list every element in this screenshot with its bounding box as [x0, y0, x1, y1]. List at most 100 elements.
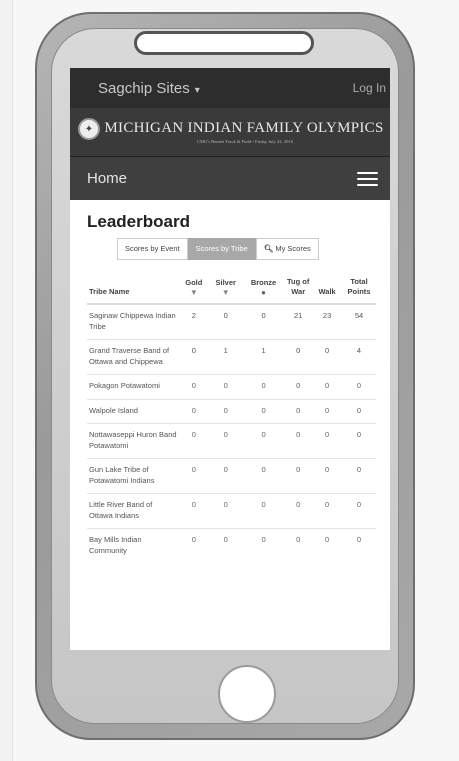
cell-tribe: Little River Band of Ottawa Indians [87, 493, 179, 529]
col-tribe-name[interactable]: Tribe Name [87, 274, 179, 305]
cell-gold: 0 [179, 423, 209, 459]
cell-tug: 0 [284, 374, 313, 399]
medal-icon: ● [261, 288, 266, 297]
cell-tribe: Nottawaseppi Huron Band Potawatomi [87, 423, 179, 459]
cell-tug: 0 [284, 493, 313, 529]
main-navbar: Home [70, 156, 390, 200]
cell-bronze: 0 [242, 493, 285, 529]
col-gold[interactable]: Gold ▼ [179, 274, 209, 305]
cell-silver: 0 [208, 423, 243, 459]
cell-bronze: 0 [242, 458, 285, 494]
brand-label: Sagchip Sites [98, 79, 190, 97]
col-gold-label: Gold [185, 278, 203, 287]
col-bronze[interactable]: Bronze ● [242, 274, 285, 305]
table-row: Walpole Island 0 0 0 0 0 0 [87, 398, 376, 424]
banner-title: MICHIGAN INDIAN FAMILY OLYMPICS [104, 120, 384, 136]
cell-gold: 0 [179, 493, 209, 529]
nav-home-link[interactable]: Home [87, 170, 127, 187]
cell-tribe: Walpole Island [87, 398, 179, 424]
cell-walk: 0 [312, 398, 342, 424]
cell-tug: 0 [284, 458, 313, 494]
seal-logo-icon: ✦ [78, 118, 100, 140]
cell-bronze: 0 [242, 398, 285, 424]
main-content: Leaderboard Scores by Event Scores by Tr… [70, 200, 390, 563]
cell-walk: 0 [312, 493, 342, 529]
cell-silver: 0 [208, 374, 243, 399]
cell-gold: 0 [179, 398, 209, 424]
cell-silver: 0 [208, 458, 243, 494]
cell-total: 0 [342, 374, 376, 399]
table-row: Little River Band of Ottawa Indians 0 0 0 0 0… [87, 493, 376, 529]
medal-icon: ▼ [189, 288, 198, 297]
cell-bronze: 0 [242, 303, 285, 340]
cell-walk: 23 [312, 303, 342, 340]
table-row: Nottawaseppi Huron Band Potawatomi 0 0 0 0 0 0 [87, 423, 376, 459]
page-title: Leaderboard [87, 212, 190, 231]
cell-tug: 0 [284, 339, 313, 375]
cell-bronze: 0 [242, 528, 285, 563]
cell-tribe: Pokagon Potawatomi [87, 374, 179, 399]
medal-icon: ▼ [221, 288, 230, 297]
table-row: Bay Mills Indian Community 0 0 0 0 0 0 [87, 528, 376, 563]
cell-walk: 0 [312, 339, 342, 375]
cell-gold: 0 [179, 528, 209, 563]
leaderboard-body: Saginaw Chippewa Indian Tribe 2 0 0 21 23 54 Gr… [87, 303, 376, 563]
phone-home-button[interactable] [218, 665, 276, 723]
cell-tribe: Saginaw Chippewa Indian Tribe [87, 303, 179, 340]
col-walk[interactable]: Walk [312, 274, 342, 305]
cell-bronze: 0 [242, 374, 285, 399]
col-silver[interactable]: Silver ▼ [208, 274, 243, 305]
banner-subtitle: CMU's Bennet Track & Field • Friday July… [196, 139, 294, 144]
search-icon: 🔍︎ [263, 244, 274, 253]
tab-scores-by-tribe[interactable]: Scores by Tribe [187, 238, 256, 260]
cell-tug: 0 [284, 398, 313, 424]
cell-gold: 2 [179, 303, 209, 340]
cell-walk: 0 [312, 374, 342, 399]
table-header-row: Tribe Name Gold ▼ Silver ▼ Bronze ● Tug of … [87, 274, 376, 305]
cell-total: 0 [342, 528, 376, 563]
login-link[interactable]: Log In [353, 81, 386, 95]
cell-silver: 0 [208, 398, 243, 424]
phone-speaker [134, 31, 314, 55]
cell-tribe: Grand Traverse Band of Ottawa and Chippe… [87, 339, 179, 375]
cell-tug: 0 [284, 528, 313, 563]
cell-tribe: Bay Mills Indian Community [87, 528, 179, 563]
cell-walk: 0 [312, 458, 342, 494]
caret-down-icon: ▾ [194, 84, 200, 96]
brand-dropdown[interactable]: Sagchip Sites ▾ [98, 80, 200, 97]
phone-screen: Sagchip Sites ▾ Log In ✦ MICHIGAN INDIAN … [70, 68, 390, 650]
tab-my-scores-label: My Scores [275, 244, 311, 253]
col-silver-label: Silver [215, 278, 236, 287]
cell-silver: 0 [208, 528, 243, 563]
cell-walk: 0 [312, 528, 342, 563]
cell-silver: 0 [208, 303, 243, 340]
tab-scores-by-event[interactable]: Scores by Event [117, 238, 188, 260]
table-row: Gun Lake Tribe of Potawatomi Indians 0 0 0 0… [87, 458, 376, 494]
table-row: Grand Traverse Band of Ottawa and Chippe… [87, 339, 376, 375]
cell-total: 0 [342, 493, 376, 529]
cell-bronze: 1 [242, 339, 285, 375]
cell-total: 0 [342, 423, 376, 459]
cell-gold: 0 [179, 339, 209, 375]
cell-tug: 0 [284, 423, 313, 459]
cell-total: 54 [342, 303, 376, 340]
cell-silver: 0 [208, 493, 243, 529]
cell-total: 4 [342, 339, 376, 375]
leaderboard-table: Tribe Name Gold ▼ Silver ▼ Bronze ● Tug of … [87, 274, 376, 563]
cell-gold: 0 [179, 458, 209, 494]
top-bar: Sagchip Sites ▾ Log In [70, 68, 390, 108]
table-row: Pokagon Potawatomi 0 0 0 0 0 0 [87, 374, 376, 399]
col-total-points[interactable]: Total Points [342, 274, 376, 305]
cell-tribe: Gun Lake Tribe of Potawatomi Indians [87, 458, 179, 494]
cell-tug: 21 [284, 303, 313, 340]
cell-walk: 0 [312, 423, 342, 459]
cell-silver: 1 [208, 339, 243, 375]
hamburger-menu-icon[interactable] [357, 171, 378, 186]
score-view-tabs: Scores by Event Scores by Tribe 🔍︎ My Sc… [117, 238, 376, 260]
col-tug-of-war[interactable]: Tug of War [284, 274, 313, 305]
cell-total: 0 [342, 458, 376, 494]
cell-bronze: 0 [242, 423, 285, 459]
tab-my-scores[interactable]: 🔍︎ My Scores [255, 238, 319, 260]
site-banner: ✦ MICHIGAN INDIAN FAMILY OLYMPICS CMU's … [70, 108, 390, 156]
col-bronze-label: Bronze [250, 278, 277, 287]
